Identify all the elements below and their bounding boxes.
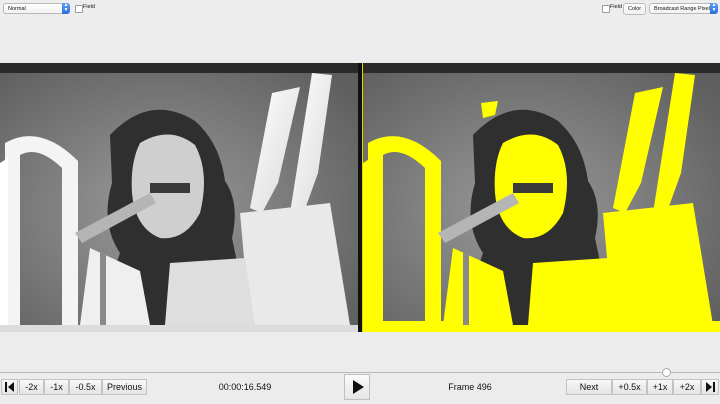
color-button[interactable]: Color — [623, 3, 647, 15]
seek-handle[interactable] — [662, 368, 671, 377]
speed-plus-2x-button[interactable]: +2x — [673, 379, 701, 395]
top-toolbar: Normal ▲ ▼ Field Field Color Broadcast Ra… — [0, 0, 720, 62]
field-label-left: Field — [83, 4, 95, 10]
play-icon — [353, 380, 364, 394]
timecode-display: 00:00:16.549 — [218, 382, 272, 392]
field-label-right: Field — [610, 4, 622, 10]
frame-counter: Frame 496 — [448, 382, 492, 392]
mode-select[interactable]: Normal ▲ ▼ — [3, 3, 70, 14]
range-select[interactable]: Broadcast Range Pixels ▲ ▼ — [649, 3, 718, 14]
speed-minus-1x-button[interactable]: -1x — [44, 379, 69, 395]
speed-plus-half-button[interactable]: +0.5x — [612, 379, 647, 395]
step-back-icon — [5, 382, 14, 392]
chevron-down-icon: ▲ ▼ — [62, 2, 70, 14]
video-frame-left — [0, 63, 358, 332]
step-forward-icon — [705, 382, 715, 392]
speed-plus-1x-button[interactable]: +1x — [647, 379, 673, 395]
seek-slider[interactable] — [0, 372, 720, 373]
speed-minus-half-button[interactable]: -0.5x — [69, 379, 102, 395]
previous-button[interactable]: Previous — [102, 379, 147, 395]
step-forward-button[interactable] — [701, 379, 719, 395]
video-preview-right — [363, 63, 720, 332]
next-button[interactable]: Next — [566, 379, 612, 395]
video-preview-left — [0, 63, 358, 332]
field-checkbox-left[interactable] — [75, 5, 83, 13]
speed-minus-2x-button[interactable]: -2x — [19, 379, 44, 395]
step-back-button[interactable] — [1, 379, 18, 395]
field-checkbox-right[interactable] — [602, 5, 610, 13]
range-select-label: Broadcast Range Pixels — [654, 6, 713, 12]
chevron-down-icon: ▲ ▼ — [710, 2, 718, 14]
mode-select-label: Normal — [8, 6, 26, 12]
video-frame-right — [363, 63, 720, 332]
play-button[interactable] — [344, 374, 370, 400]
